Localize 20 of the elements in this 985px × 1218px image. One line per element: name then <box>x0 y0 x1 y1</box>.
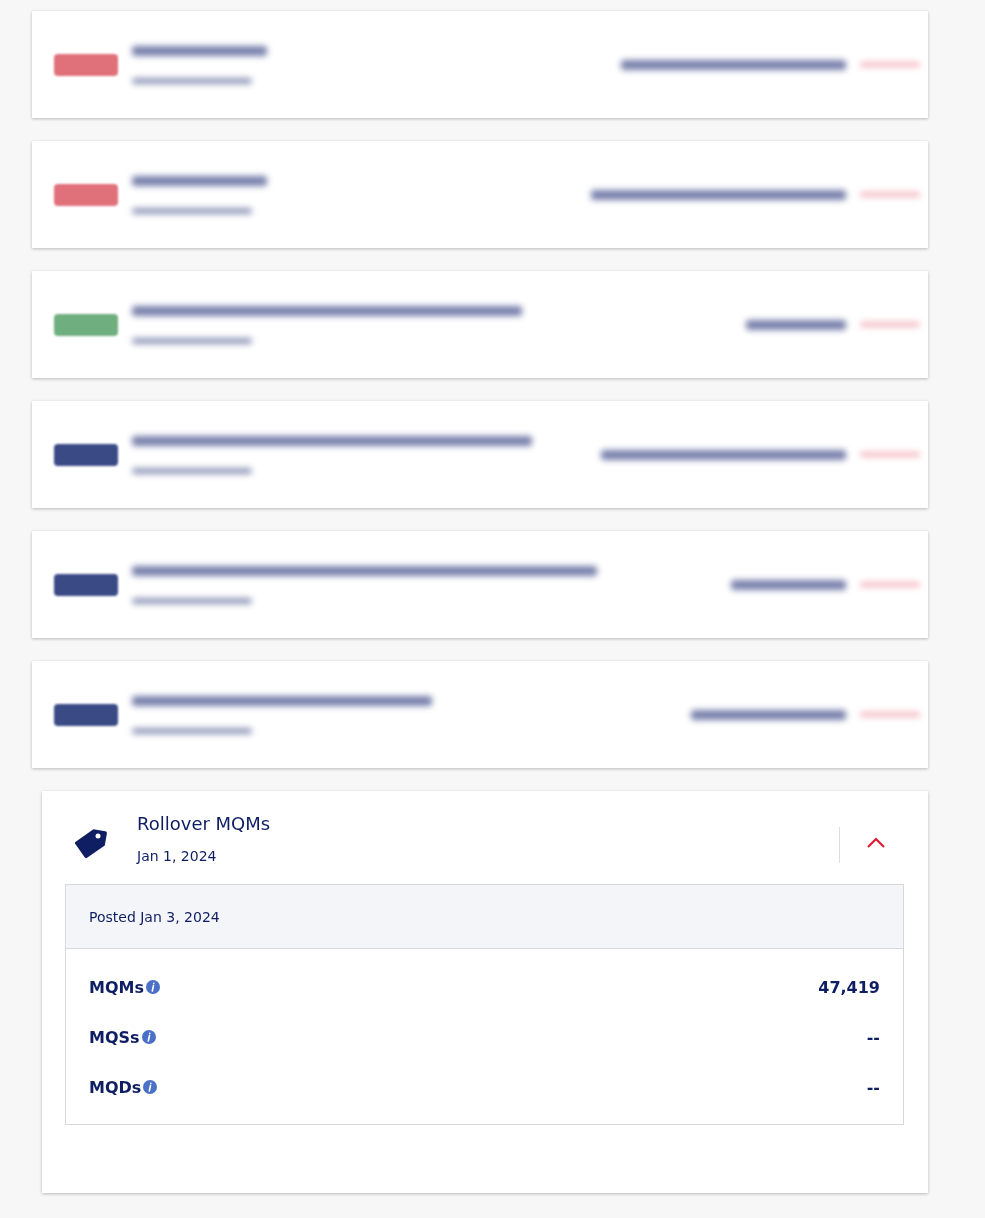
blurred-line <box>860 452 920 457</box>
metric-label: MQSs <box>89 1027 140 1047</box>
info-icon[interactable] <box>145 980 160 994</box>
chevron-up-icon <box>866 837 886 849</box>
activity-title: Rollover MQMs <box>137 813 272 834</box>
activity-date: Jan 1, 2024 <box>137 848 218 864</box>
metric-label: MQMs <box>89 977 144 997</box>
info-icon[interactable] <box>141 1030 156 1044</box>
tag-icon <box>75 827 107 859</box>
metric-value: -- <box>866 1027 880 1047</box>
info-icon[interactable] <box>143 1080 158 1094</box>
blurred-line <box>860 712 920 717</box>
posted-date: Posted Jan 3, 2024 <box>89 908 220 925</box>
blurred-line <box>860 582 920 587</box>
blurred-line <box>860 62 920 67</box>
metric-label: MQDs <box>89 1077 142 1097</box>
blurred-line <box>860 322 920 327</box>
metric-value: -- <box>866 1077 880 1097</box>
blurred-line <box>860 192 920 197</box>
metric-value: 47,419 <box>818 977 880 997</box>
